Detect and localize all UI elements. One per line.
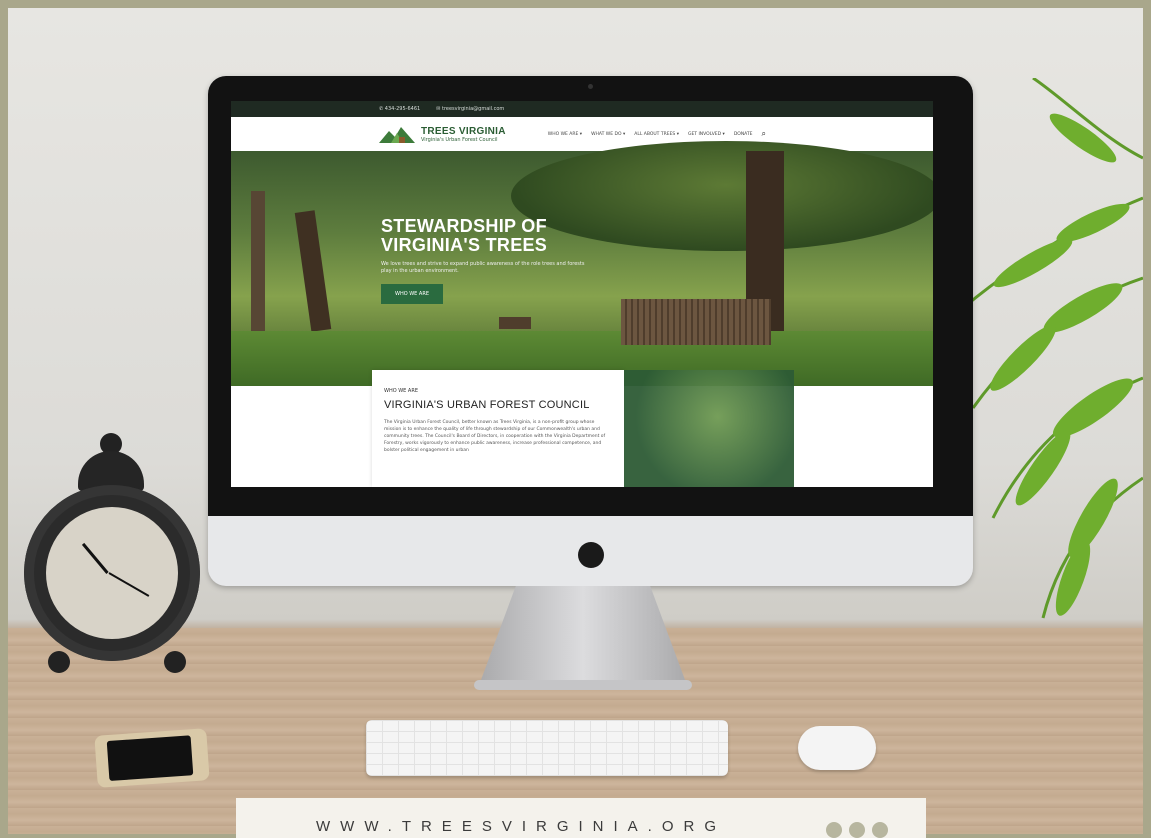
hero-left-trunk bbox=[251, 191, 265, 351]
hero-left-trunk-2 bbox=[294, 210, 332, 332]
url-banner: WWW.TREESVIRGINIA.ORG bbox=[236, 798, 926, 838]
banner-url: WWW.TREESVIRGINIA.ORG bbox=[316, 818, 727, 835]
topbar-phone[interactable]: ✆ 434-295-6461 bbox=[379, 106, 420, 112]
logo-trees-icon bbox=[379, 127, 415, 143]
hero-subtitle: We love trees and strive to expand publi… bbox=[381, 261, 585, 274]
about-image bbox=[624, 370, 794, 487]
hero-title: STEWARDSHIP OF VIRGINIA'S TREES bbox=[381, 217, 591, 255]
monitor-stand-base bbox=[474, 680, 692, 690]
nav-donate[interactable]: DONATE bbox=[734, 132, 753, 137]
banner-dots bbox=[826, 822, 888, 838]
website-screen: ✆ 434-295-6461 ✉ treesvirginia@gmail.com… bbox=[231, 101, 933, 487]
about-eyebrow: WHO WE ARE bbox=[384, 388, 418, 394]
site-topbar: ✆ 434-295-6461 ✉ treesvirginia@gmail.com bbox=[231, 101, 933, 117]
nav-get-involved[interactable]: GET INVOLVED ▾ bbox=[688, 132, 725, 137]
banner-dot bbox=[872, 822, 888, 838]
fern-plant bbox=[962, 78, 1143, 619]
nav-all-about-trees[interactable]: ALL ABOUT TREES ▾ bbox=[634, 132, 679, 137]
hero-text-block: STEWARDSHIP OF VIRGINIA'S TREES We love … bbox=[381, 217, 591, 304]
logo-subtitle: Virginia's Urban Forest Council bbox=[421, 136, 498, 143]
nav-what-we-do[interactable]: WHAT WE DO ▾ bbox=[591, 132, 625, 137]
apple-logo-icon bbox=[578, 542, 604, 568]
camera-dot bbox=[588, 84, 593, 89]
hero-title-line1: STEWARDSHIP OF bbox=[381, 216, 547, 236]
hero-section: STEWARDSHIP OF VIRGINIA'S TREES We love … bbox=[231, 141, 933, 386]
who-we-are-button[interactable]: WHO WE ARE bbox=[381, 284, 443, 304]
about-title: VIRGINIA'S URBAN FOREST COUNCIL bbox=[384, 399, 590, 411]
site-logo[interactable]: TREES VIRGINIA Virginia's Urban Forest C… bbox=[377, 123, 506, 145]
keyboard bbox=[366, 720, 728, 776]
banner-dot bbox=[826, 822, 842, 838]
topbar-email-text: treesvirginia@gmail.com bbox=[441, 106, 505, 112]
nav-who-we-are[interactable]: WHO WE ARE ▾ bbox=[548, 132, 582, 137]
desk-clock bbox=[18, 433, 208, 673]
logo-title: TREES VIRGINIA bbox=[421, 125, 506, 137]
clock-foot-right bbox=[164, 651, 186, 673]
banner-dot bbox=[849, 822, 865, 838]
main-nav: WHO WE ARE ▾ WHAT WE DO ▾ ALL ABOUT TREE… bbox=[548, 129, 766, 139]
hero-bench-distant bbox=[499, 317, 531, 329]
about-body: The Virginia Urban Forest Council, bette… bbox=[384, 420, 606, 453]
about-card: WHO WE ARE VIRGINIA'S URBAN FOREST COUNC… bbox=[372, 370, 624, 487]
hero-bench bbox=[621, 299, 771, 345]
smartphone bbox=[94, 728, 210, 788]
mouse bbox=[798, 726, 876, 770]
search-icon[interactable]: ⌕ bbox=[762, 129, 766, 139]
topbar-email[interactable]: ✉ treesvirginia@gmail.com bbox=[436, 106, 504, 112]
topbar-phone-text: 434-295-6461 bbox=[384, 106, 421, 112]
smartphone-screen bbox=[106, 735, 194, 782]
clock-foot-left bbox=[48, 651, 70, 673]
hero-title-line2: VIRGINIA'S TREES bbox=[381, 235, 548, 255]
monitor-stand bbox=[478, 586, 688, 688]
